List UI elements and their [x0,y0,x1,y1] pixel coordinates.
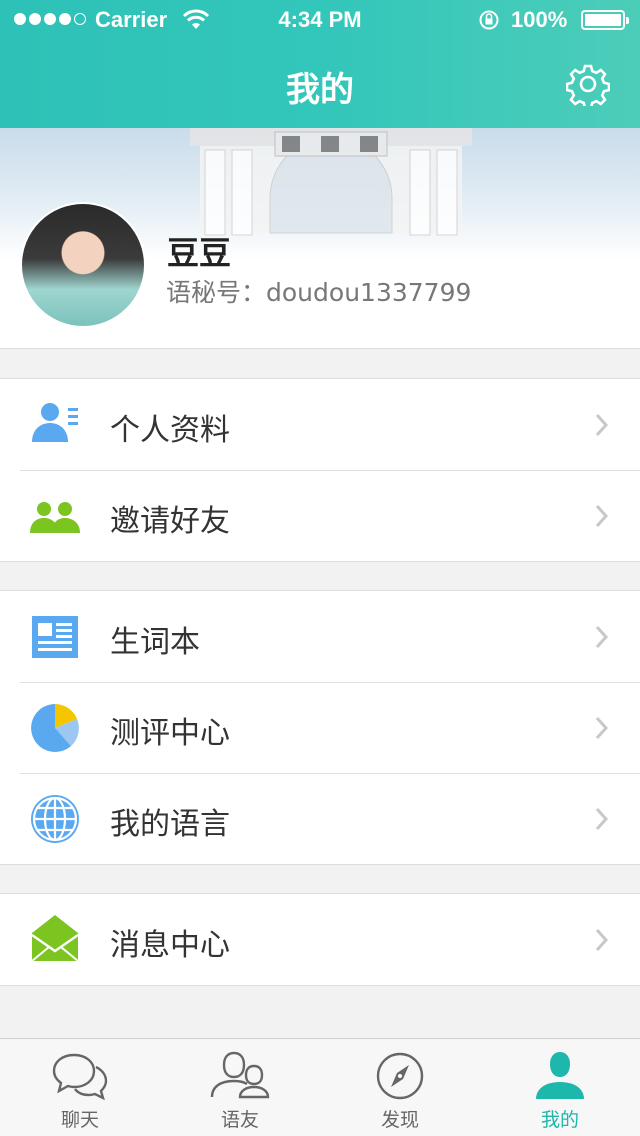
profile-id: 语秘号：doudou1337799 [166,273,471,309]
tab-mine[interactable]: 我的 [480,1039,640,1136]
menu-item-profile[interactable]: 个人资料 [0,379,640,470]
header-bar: Carrier 4:34 PM 100% 我的 [0,0,640,128]
menu-item-invite-friends[interactable]: 邀请好友 [0,470,640,561]
menu-item-label: 我的语言 [110,807,230,842]
envelope-icon [31,915,79,962]
menu-item-label: 邀请好友 [110,504,230,539]
battery-percent: 100% [511,7,568,32]
profile-id-label: 语秘号： [166,278,267,307]
tab-discover[interactable]: 发现 [320,1039,480,1136]
chevron-right-icon [595,504,609,528]
menu-item-assessment[interactable]: 测评中心 [0,682,640,773]
chevron-right-icon [595,928,609,952]
menu-item-message-center[interactable]: 消息中心 [0,894,640,985]
chat-bubbles-icon [52,1053,108,1101]
tab-label: 聊天 [60,1109,99,1131]
profile-card[interactable]: 豆豆 语秘号：doudou1337799 [0,128,640,349]
compass-icon [376,1052,424,1100]
tab-chat[interactable]: 聊天 [0,1039,160,1136]
chevron-right-icon [595,625,609,649]
person-icon [536,1052,584,1099]
menu-group-account: 个人资料 邀请好友 [0,378,640,562]
rotation-lock-icon [479,10,499,30]
menu-item-label: 测评中心 [110,716,230,751]
globe-icon [31,795,79,843]
profile-card-icon [32,403,78,442]
chevron-right-icon [595,716,609,740]
menu-item-label: 消息中心 [110,928,230,963]
tab-label: 我的 [540,1109,579,1131]
friends-icon [210,1051,270,1099]
profile-name: 豆豆 [167,234,232,272]
tab-friends[interactable]: 语友 [160,1039,320,1136]
menu-group-messages: 消息中心 [0,893,640,986]
gear-icon[interactable] [566,62,610,106]
page-title: 我的 [286,70,354,110]
chevron-right-icon [595,413,609,437]
status-bar: Carrier 4:34 PM 100% [0,0,640,40]
tab-label: 语友 [220,1109,259,1131]
menu-item-label: 个人资料 [110,413,230,448]
tab-bar: 聊天 语友 发现 我的 [0,1038,640,1136]
pie-chart-icon [31,704,79,752]
invite-friends-icon [30,502,80,533]
vocabulary-book-icon [32,616,78,658]
tab-label: 发现 [380,1109,419,1131]
menu-item-label: 生词本 [110,625,200,660]
chevron-right-icon [595,807,609,831]
battery-icon [581,10,629,30]
profile-id-value: doudou1337799 [266,278,472,307]
menu-item-my-language[interactable]: 我的语言 [0,773,640,864]
menu-item-vocabulary[interactable]: 生词本 [0,591,640,682]
avatar[interactable] [20,202,146,328]
menu-group-learning: 生词本 测评中心 我的语言 [0,590,640,865]
